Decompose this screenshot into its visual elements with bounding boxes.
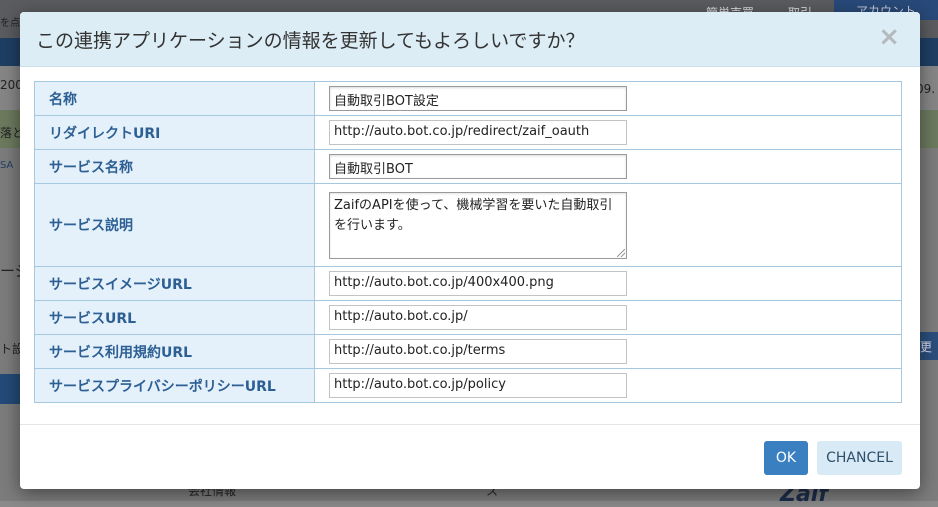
row-label-name: 名称	[34, 81, 315, 116]
redirect-uri-input[interactable]: http://auto.bot.co.jp/redirect/zaif_oaut…	[329, 120, 627, 145]
confirm-update-dialog: この連携アプリケーションの情報を更新してもよろしいですか？ × 名称 自動取引B…	[20, 12, 920, 489]
table-row: サービス説明 ZaifのAPIを使って、機械学習を要いた自動取引を行います。	[34, 183, 902, 267]
row-label-redirect-uri: リダイレクトURI	[34, 115, 315, 150]
table-row: リダイレクトURI http://auto.bot.co.jp/redirect…	[34, 115, 902, 150]
row-label-service-image-url: サービスイメージURL	[34, 266, 315, 301]
bg-fragment: を点	[0, 18, 20, 29]
row-label-service-description: サービス説明	[34, 183, 315, 267]
app-info-table: 名称 自動取引BOT設定 リダイレクトURI http://auto.bot.c…	[34, 81, 902, 403]
row-label-terms-url: サービス利用規約URL	[34, 334, 315, 369]
table-row: サービス利用規約URL http://auto.bot.co.jp/terms	[34, 334, 902, 369]
service-description-text: ZaifのAPIを使って、機械学習を要いた自動取引を行います。	[334, 197, 613, 233]
table-row: 名称 自動取引BOT設定	[34, 81, 902, 116]
row-label-service-name: サービス名称	[34, 149, 315, 184]
service-description-textarea[interactable]: ZaifのAPIを使って、機械学習を要いた自動取引を行います。	[329, 191, 627, 259]
table-row: サービスURL http://auto.bot.co.jp/	[34, 300, 902, 335]
close-icon[interactable]: ×	[878, 22, 900, 52]
table-row: サービス名称 自動取引BOT	[34, 149, 902, 184]
bg-left-tab	[0, 374, 20, 404]
cancel-button[interactable]: CHANCEL	[817, 441, 902, 475]
row-label-privacy-policy-url: サービスプライバシーポリシーURL	[34, 368, 315, 403]
dialog-footer: OK CHANCEL	[20, 424, 920, 489]
table-row: サービスイメージURL http://auto.bot.co.jp/400x40…	[34, 266, 902, 301]
dialog-header: この連携アプリケーションの情報を更新してもよろしいですか？ ×	[20, 12, 920, 67]
bg-fragment: SA	[0, 160, 14, 171]
table-row: サービスプライバシーポリシーURL http://auto.bot.co.jp/…	[34, 368, 902, 403]
terms-url-input[interactable]: http://auto.bot.co.jp/terms	[329, 339, 627, 364]
name-input[interactable]: 自動取引BOT設定	[329, 86, 627, 111]
dialog-title: この連携アプリケーションの情報を更新してもよろしいですか？	[36, 30, 585, 52]
service-image-url-input[interactable]: http://auto.bot.co.jp/400x400.png	[329, 271, 627, 296]
ok-button[interactable]: OK	[764, 441, 808, 475]
privacy-policy-url-input[interactable]: http://auto.bot.co.jp/policy	[329, 373, 627, 398]
service-name-input[interactable]: 自動取引BOT	[329, 154, 627, 179]
resize-grip-icon[interactable]	[617, 248, 625, 257]
row-label-service-url: サービスURL	[34, 300, 315, 335]
service-url-input[interactable]: http://auto.bot.co.jp/	[329, 305, 627, 330]
